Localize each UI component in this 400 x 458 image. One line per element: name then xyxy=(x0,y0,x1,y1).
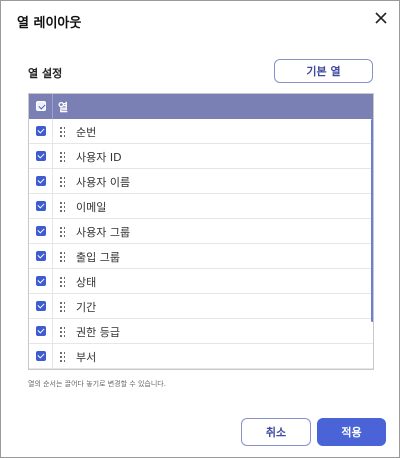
drag-handle-icon[interactable] xyxy=(60,127,66,137)
column-layout-dialog: 열 레이아웃 열 설정 기본 열 열 순번사용자 ID 사용자 이름이메일사용자 … xyxy=(0,0,400,458)
column-label: 순번 xyxy=(76,126,97,139)
default-columns-button[interactable]: 기본 열 xyxy=(274,59,373,83)
column-row[interactable]: 사용자 이름 xyxy=(29,169,373,194)
drag-handle-icon[interactable] xyxy=(60,327,66,337)
drag-handle-icon[interactable] xyxy=(60,352,66,362)
column-row[interactable]: 사용자 ID xyxy=(29,144,373,169)
column-label: 권한 등급 xyxy=(76,326,120,339)
row-divider xyxy=(52,219,53,243)
row-divider xyxy=(52,319,53,343)
column-checkbox[interactable] xyxy=(36,251,46,261)
column-checkbox[interactable] xyxy=(36,301,46,311)
drag-handle-icon[interactable] xyxy=(60,227,66,237)
column-label: 상태 xyxy=(76,276,97,289)
row-divider xyxy=(52,169,53,193)
row-divider xyxy=(52,269,53,293)
column-checkbox[interactable] xyxy=(36,351,46,361)
column-label: 사용자 이름 xyxy=(76,176,131,189)
scrollbar[interactable] xyxy=(371,119,373,322)
column-label: 출입 그룹 xyxy=(76,251,120,264)
grid-header: 열 xyxy=(29,94,373,119)
column-checkbox[interactable] xyxy=(36,201,46,211)
select-all-checkbox[interactable] xyxy=(36,101,46,111)
dialog-title: 열 레이아웃 xyxy=(17,16,82,31)
column-row[interactable]: 상태 xyxy=(29,269,373,294)
apply-button[interactable]: 적용 xyxy=(317,418,386,446)
header-divider xyxy=(52,94,53,119)
column-checkbox[interactable] xyxy=(36,226,46,236)
column-label: 부서 xyxy=(76,351,97,364)
row-divider xyxy=(52,344,53,368)
column-label: 사용자 ID xyxy=(76,151,122,164)
column-label: 사용자 그룹 xyxy=(76,226,131,239)
column-checkbox[interactable] xyxy=(36,176,46,186)
drag-handle-icon[interactable] xyxy=(60,152,66,162)
column-checkbox[interactable] xyxy=(36,151,46,161)
column-row[interactable]: 부서 xyxy=(29,344,373,369)
column-settings-label: 열 설정 xyxy=(28,67,63,80)
column-list: 순번사용자 ID 사용자 이름이메일사용자 그룹출입 그룹상태기간권한 등급부서 xyxy=(29,119,373,369)
drag-handle-icon[interactable] xyxy=(60,302,66,312)
column-row[interactable]: 권한 등급 xyxy=(29,319,373,344)
drag-handle-icon[interactable] xyxy=(60,277,66,287)
column-row[interactable]: 이메일 xyxy=(29,194,373,219)
row-divider xyxy=(52,244,53,268)
column-checkbox[interactable] xyxy=(36,326,46,336)
column-header-label: 열 xyxy=(58,101,69,114)
column-checkbox[interactable] xyxy=(36,276,46,286)
column-row[interactable]: 기간 xyxy=(29,294,373,319)
row-divider xyxy=(52,194,53,218)
column-row[interactable]: 출입 그룹 xyxy=(29,244,373,269)
column-row[interactable]: 사용자 그룹 xyxy=(29,219,373,244)
column-checkbox[interactable] xyxy=(36,126,46,136)
drag-handle-icon[interactable] xyxy=(60,252,66,262)
row-divider xyxy=(52,119,53,143)
reorder-hint: 열의 순서는 끌어다 놓기로 변경할 수 있습니다. xyxy=(28,380,166,388)
column-row[interactable]: 순번 xyxy=(29,119,373,144)
drag-handle-icon[interactable] xyxy=(60,177,66,187)
column-label: 기간 xyxy=(76,301,97,314)
close-icon[interactable] xyxy=(372,9,390,27)
row-divider xyxy=(52,294,53,318)
row-divider xyxy=(52,144,53,168)
cancel-button[interactable]: 취소 xyxy=(241,418,311,446)
column-grid: 열 순번사용자 ID 사용자 이름이메일사용자 그룹출입 그룹상태기간권한 등급부… xyxy=(28,93,374,370)
drag-handle-icon[interactable] xyxy=(60,202,66,212)
column-label: 이메일 xyxy=(76,201,107,214)
